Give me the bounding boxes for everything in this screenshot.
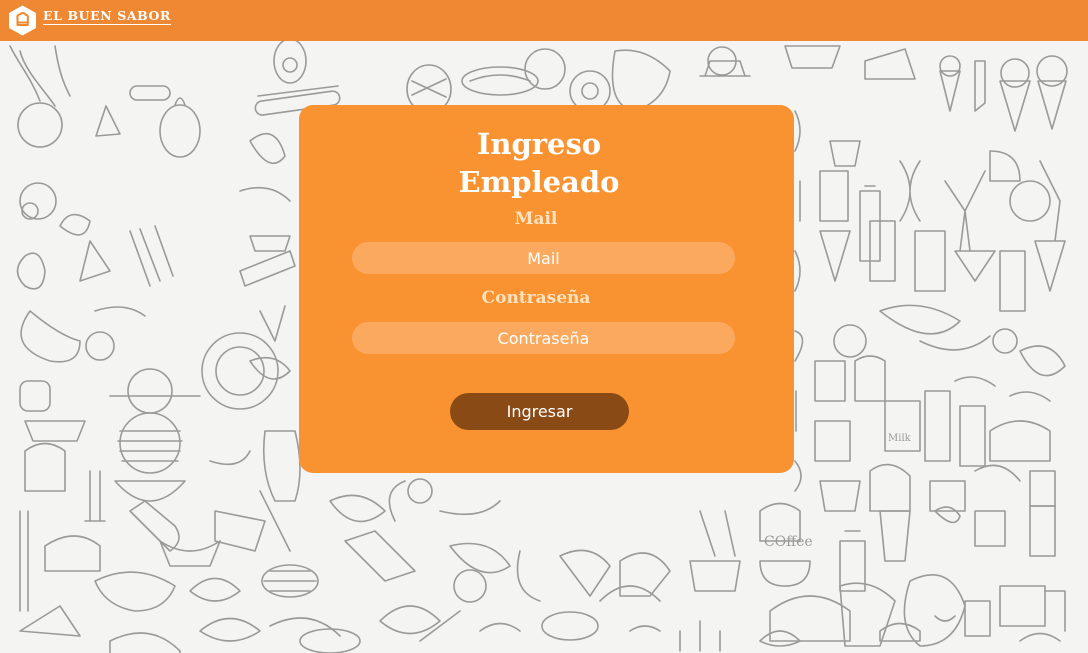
brand-logo[interactable]: EL BUEN SABOR	[8, 4, 172, 36]
milk-doodle-text: Milk	[888, 433, 912, 444]
password-label: Contraseña	[481, 288, 591, 308]
brand-name: EL BUEN SABOR	[43, 8, 172, 25]
page-title: Ingreso Empleado	[458, 127, 620, 199]
login-card: Ingreso Empleado Mail Contraseña Ingresa…	[299, 105, 794, 473]
login-submit-button[interactable]: Ingresar	[450, 393, 629, 430]
top-navbar: EL BUEN SABOR	[0, 0, 1088, 41]
coffee-doodle-text: COffee	[764, 534, 813, 550]
mail-input[interactable]	[352, 242, 735, 274]
mail-label: Mail	[514, 209, 558, 229]
password-input[interactable]	[352, 322, 735, 354]
chef-hat-icon	[9, 5, 36, 35]
